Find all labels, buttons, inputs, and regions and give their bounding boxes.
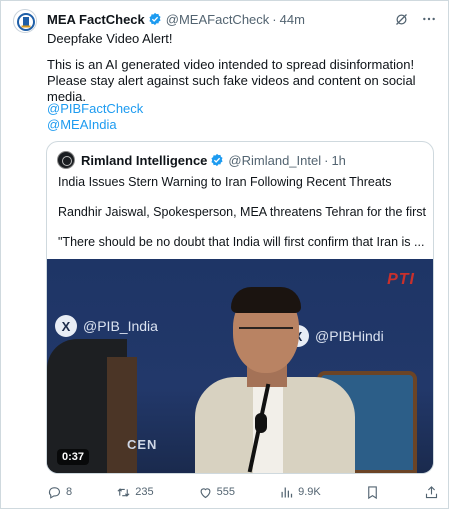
tweet-timestamp[interactable]: 44m — [280, 12, 305, 27]
verified-badge-icon — [211, 153, 223, 167]
tweet-header: MEA FactCheck @MEAFactCheck · 44m — [47, 10, 438, 28]
video-duration: 0:37 — [57, 449, 90, 465]
action-bar: 8 235 555 9.9K — [47, 482, 439, 502]
share-icon — [425, 485, 438, 498]
mention-meaindia[interactable]: @MEAIndia — [47, 117, 117, 133]
tweet-text-line-2: This is an AI generated video intended t… — [47, 57, 416, 104]
author-handle[interactable]: @MEAFactCheck — [166, 12, 270, 27]
grok-icon[interactable] — [392, 10, 410, 28]
backdrop-text: CEN — [127, 437, 158, 452]
quote-header-separator: · — [324, 152, 329, 168]
reply-button[interactable]: 8 — [47, 485, 72, 500]
mention-pibfactcheck[interactable]: @PIBFactCheck — [47, 101, 143, 117]
bookmark-icon — [368, 485, 377, 499]
share-button[interactable] — [424, 485, 439, 500]
view-count: 9.9K — [298, 486, 321, 498]
verified-badge-icon — [149, 12, 161, 26]
pti-watermark: PTI — [387, 271, 415, 288]
repost-count: 235 — [135, 486, 154, 498]
header-separator: · — [272, 11, 277, 27]
quote-header: Rimland Intelligence @Rimland_Intel · 1h — [57, 151, 346, 169]
quote-text-line-2: Randhir Jaiswal, Spokesperson, MEA threa… — [58, 205, 428, 219]
quoted-tweet[interactable]: Rimland Intelligence @Rimland_Intel · 1h… — [46, 141, 434, 474]
quote-text-line-1: India Issues Stern Warning to Iran Follo… — [58, 175, 392, 189]
tweet-card[interactable]: MEA FactCheck @MEAFactCheck · 44m Deepfa… — [0, 0, 449, 509]
more-options-icon[interactable] — [420, 10, 438, 28]
bookmark-button[interactable] — [365, 485, 380, 500]
author-name[interactable]: MEA FactCheck — [47, 12, 145, 27]
reply-count: 8 — [66, 486, 73, 498]
like-button[interactable]: 555 — [198, 485, 235, 500]
views-button[interactable]: 9.9K — [279, 485, 321, 500]
backdrop-pib-india: X @PIB_India — [55, 315, 158, 337]
reply-icon — [48, 486, 61, 499]
repost-icon — [117, 487, 130, 497]
quote-text-line-3: "There should be no doubt that India wil… — [58, 235, 425, 249]
backdrop-left-text: @PIB_India — [83, 318, 158, 334]
quote-author-name[interactable]: Rimland Intelligence — [81, 153, 207, 168]
x-logo-icon: X — [55, 315, 77, 337]
video-player[interactable]: X @PIB_India X @PIBHindi PTI CEN — [47, 259, 433, 473]
views-chart-icon — [281, 487, 293, 497]
heart-icon — [200, 487, 211, 498]
speaker-figure — [195, 287, 355, 473]
quote-author-handle[interactable]: @Rimland_Intel — [228, 153, 321, 168]
left-chair — [107, 357, 137, 473]
repost-button[interactable]: 235 — [116, 485, 154, 500]
like-count: 555 — [216, 486, 236, 498]
quote-timestamp[interactable]: 1h — [331, 153, 345, 168]
tweet-text-line-1: Deepfake Video Alert! — [47, 31, 173, 46]
quote-author-avatar[interactable] — [57, 151, 75, 169]
emblem-icon — [15, 11, 36, 32]
author-avatar[interactable] — [13, 9, 37, 33]
